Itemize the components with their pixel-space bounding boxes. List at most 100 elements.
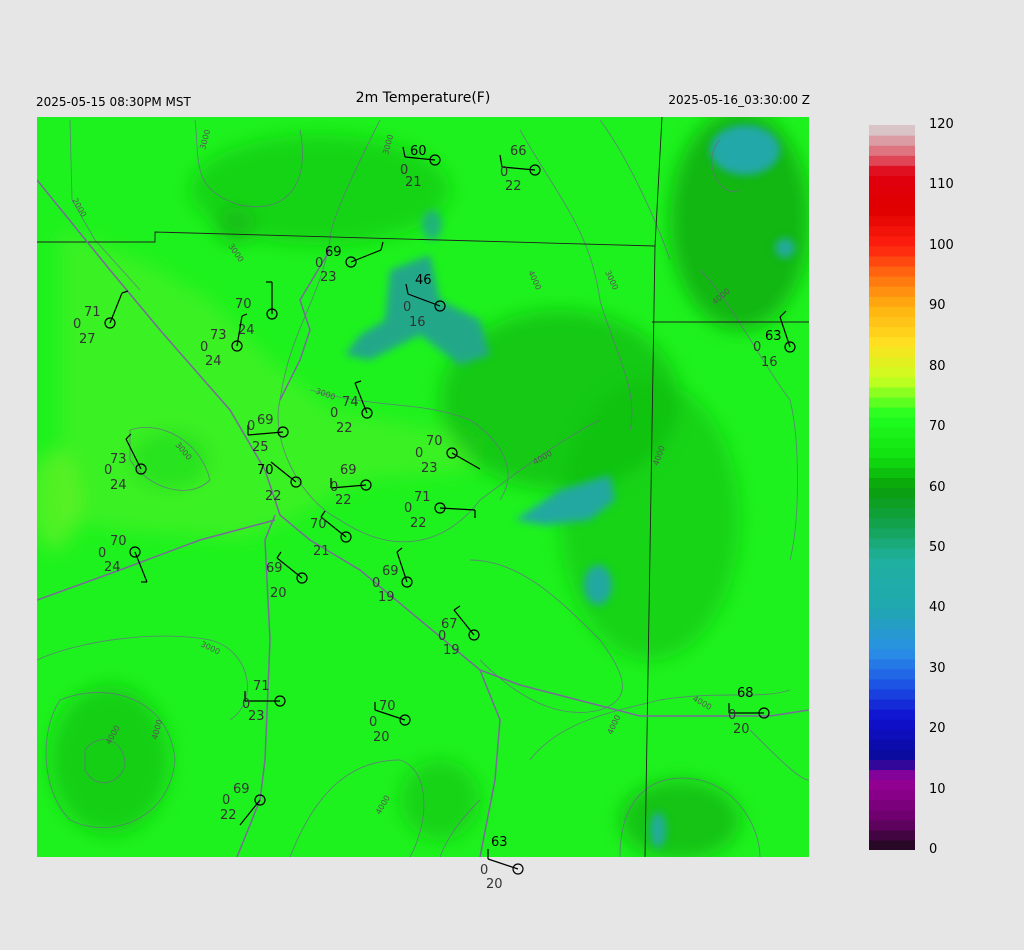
colorbar-band	[869, 255, 915, 267]
colorbar-band	[869, 427, 915, 438]
colorbar-band	[869, 265, 915, 277]
colorbar-band	[869, 527, 915, 539]
colorbar-band	[869, 729, 915, 740]
colorbar-tick-label: 0	[929, 842, 938, 857]
station-temperature: 70	[235, 297, 252, 312]
station-temperature: 73	[210, 328, 227, 343]
station-dewpoint: 25	[252, 440, 269, 455]
station-dewpoint: 19	[443, 643, 460, 658]
station-temperature: 69	[233, 782, 250, 797]
colorbar-band	[869, 195, 915, 207]
station-temperature: 63	[765, 329, 782, 344]
colorbar-band	[869, 719, 915, 730]
station-cloud-cover: 0	[73, 317, 81, 332]
colorbar-band	[869, 678, 915, 690]
station-dewpoint: 23	[320, 270, 337, 285]
station-cloud-cover: 0	[728, 708, 736, 723]
colorbar-band	[869, 709, 915, 720]
station-cloud-cover: 0	[315, 256, 323, 271]
colorbar-band	[869, 477, 915, 489]
colorbar-band	[869, 568, 915, 579]
station-cloud-cover: 0	[438, 629, 446, 644]
station-dewpoint: 24	[104, 560, 121, 575]
station-dewpoint: 22	[220, 808, 237, 823]
colorbar-band	[869, 557, 915, 569]
colorbar-tick-label: 90	[929, 298, 946, 314]
colorbar-band	[869, 537, 915, 549]
station-temperature: 71	[414, 490, 431, 505]
colorbar-band	[869, 507, 915, 519]
colorbar-band	[869, 739, 915, 750]
colorbar	[869, 125, 915, 850]
map-area: 2000 3000 3000 3000 3000 3000 3000 3000 …	[37, 117, 809, 857]
colorbar-band	[869, 205, 915, 217]
colorbar-band	[869, 487, 915, 499]
colorbar-band	[869, 618, 915, 630]
station-temperature: 63	[491, 835, 508, 850]
station-temperature: 70	[257, 463, 274, 478]
colorbar-tick-label: 100	[929, 237, 954, 253]
colorbar-band	[869, 296, 915, 307]
station-cloud-cover: 0	[222, 793, 230, 808]
colorbar-band	[869, 437, 915, 448]
station-temperature: 70	[379, 699, 396, 714]
colorbar-band	[869, 608, 915, 619]
colorbar-tick-label: 40	[929, 600, 946, 616]
colorbar-band	[869, 759, 915, 771]
station-temperature: 69	[325, 245, 342, 260]
station-temperature: 69	[257, 413, 274, 428]
station-dewpoint: 24	[110, 478, 127, 493]
station-temperature: 70	[110, 534, 127, 549]
colorbar-band	[869, 578, 915, 589]
colorbar-band	[869, 769, 915, 781]
station-cloud-cover: 0	[369, 715, 377, 730]
colorbar-band	[869, 658, 915, 670]
station-dewpoint: 16	[761, 355, 778, 370]
colorbar-band	[869, 839, 915, 850]
colorbar-band	[869, 517, 915, 529]
colorbar-band	[869, 155, 915, 166]
station-cloud-cover: 0	[98, 546, 106, 561]
colorbar-band	[869, 215, 915, 227]
colorbar-band	[869, 135, 915, 146]
station-cloud-cover: 0	[480, 863, 488, 878]
station-dewpoint: 22	[265, 489, 282, 504]
colorbar-band	[869, 406, 915, 418]
station-dewpoint: 20	[270, 586, 287, 601]
colorbar-tick-label: 70	[929, 419, 946, 435]
station-temperature: 68	[737, 686, 754, 701]
colorbar-band	[869, 276, 915, 287]
station-temperature: 73	[110, 452, 127, 467]
station-temperature: 69	[340, 463, 357, 478]
station-temperature: 60	[410, 144, 427, 159]
station-dewpoint: 21	[313, 544, 330, 559]
colorbar-band	[869, 799, 915, 811]
colorbar-band	[869, 316, 915, 327]
colorbar-band	[869, 628, 915, 640]
station-dewpoint: 22	[336, 421, 353, 436]
station-temperature: 46	[415, 273, 432, 288]
station-dewpoint: 21	[405, 175, 422, 190]
station-cloud-cover: 0	[415, 446, 423, 461]
colorbar-band	[869, 145, 915, 156]
colorbar-tick-label: 80	[929, 358, 946, 374]
station-dewpoint: 24	[205, 354, 222, 369]
colorbar-band	[869, 326, 915, 338]
colorbar-band	[869, 467, 915, 479]
station-dewpoint: 20	[373, 730, 390, 745]
colorbar-band	[869, 396, 915, 408]
station-dewpoint: 16	[409, 315, 426, 330]
colorbar-band	[869, 366, 915, 378]
station-cloud-cover: 0	[372, 576, 380, 591]
station-dewpoint: 27	[79, 332, 96, 347]
colorbar-band	[869, 417, 915, 428]
colorbar-band	[869, 598, 915, 609]
colorbar-band	[869, 749, 915, 760]
station-temperature: 69	[382, 564, 399, 579]
colorbar-tick-label: 10	[929, 781, 946, 797]
station-dewpoint: 23	[248, 709, 265, 724]
colorbar-band	[869, 175, 915, 187]
colorbar-tick-label: 110	[929, 177, 954, 193]
colorbar-band	[869, 698, 915, 710]
colorbar-band	[869, 688, 915, 700]
